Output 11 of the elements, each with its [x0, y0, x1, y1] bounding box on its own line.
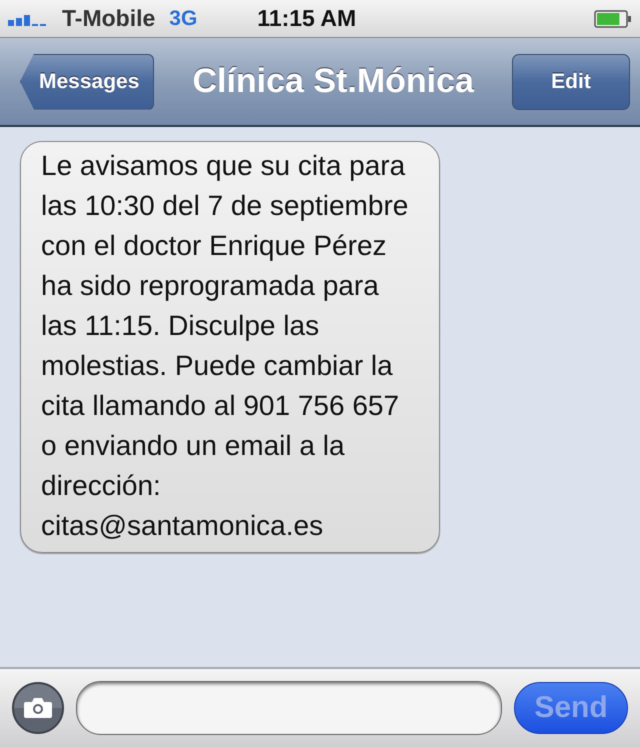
network-type: 3G: [169, 6, 198, 30]
message-text: Le avisamos que su cita para las 10:30 del 7 de septiembre con el doctor Enrique Pérez ha sido reprogramada para las 11:15. Disculpe las molestias. Puede cambiar la cita llamando al 901 756 657 o enviando un email a la dirección: citas@santamonica.es: [41, 149, 410, 543]
edit-button[interactable]: Edit: [512, 54, 630, 110]
clock-time: 11:15 AM: [257, 5, 358, 32]
conversation-title: Clínica St.Mónica: [192, 62, 474, 101]
back-button[interactable]: Messages: [20, 54, 154, 110]
battery-icon: [594, 10, 632, 28]
camera-icon: [24, 697, 52, 719]
carrier-name: T-Mobile: [62, 5, 156, 32]
camera-button[interactable]: [12, 682, 64, 734]
message-input[interactable]: [76, 681, 502, 735]
